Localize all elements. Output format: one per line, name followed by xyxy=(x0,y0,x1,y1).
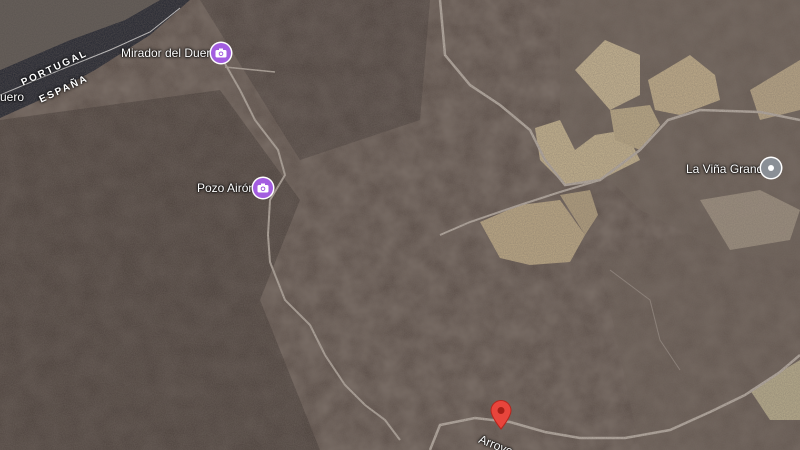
place-label-vina[interactable]: La Viña Grande xyxy=(686,162,770,176)
place-pin-pozo[interactable] xyxy=(253,178,273,198)
satellite-imagery xyxy=(0,0,800,450)
red-pin-icon[interactable] xyxy=(490,400,512,435)
camera-icon xyxy=(215,48,227,58)
river-label: uero xyxy=(0,90,25,104)
place-icon xyxy=(768,165,774,171)
place-label-pozo[interactable]: Pozo Airón xyxy=(197,181,255,195)
place-pin-mirador[interactable] xyxy=(211,43,231,63)
place-pin-vina[interactable] xyxy=(761,158,781,178)
camera-icon xyxy=(257,183,269,193)
place-label-mirador[interactable]: Mirador del Duero xyxy=(121,46,217,60)
map-view[interactable]: PORTUGAL ESPAÑA uero Mirador del Duero P… xyxy=(0,0,800,450)
